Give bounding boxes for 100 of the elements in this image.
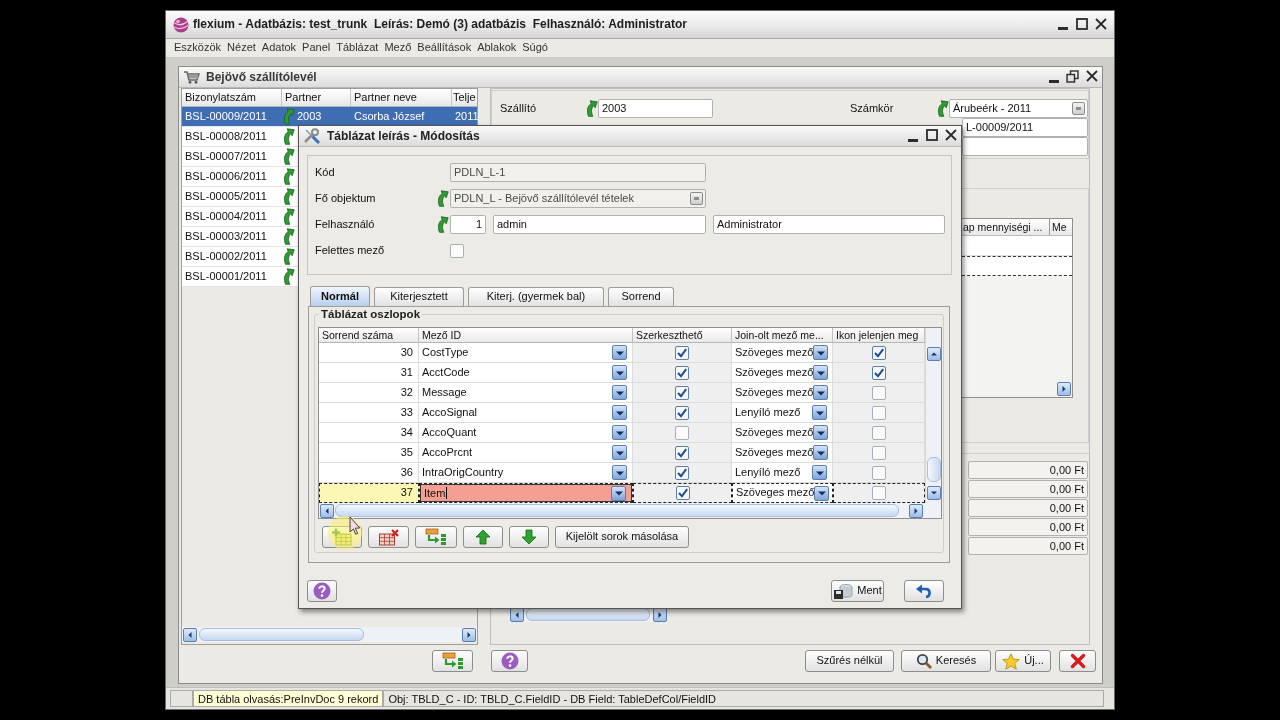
checkbox[interactable]: [675, 486, 690, 500]
checkbox[interactable]: [871, 345, 886, 360]
scroll-right-button[interactable]: [1057, 382, 1071, 396]
tab[interactable]: Sorrend: [608, 287, 674, 306]
maximize-button[interactable]: [1074, 17, 1089, 32]
clear-filter-button[interactable]: Szűrés nélkül: [805, 650, 894, 672]
text-field[interactable]: Administrator: [713, 215, 945, 234]
menu-item[interactable]: Panel: [299, 41, 334, 55]
save-button[interactable]: Ment: [831, 580, 884, 602]
dropdown-button[interactable]: [812, 405, 827, 420]
checkbox[interactable]: [871, 405, 886, 420]
curved-arrow-icon[interactable]: [283, 228, 295, 245]
checkbox[interactable]: [675, 465, 689, 480]
menu-item[interactable]: Mező: [381, 41, 415, 55]
checkbox[interactable]: [871, 445, 886, 460]
scrollbar-thumb[interactable]: [199, 628, 364, 641]
move-down-button[interactable]: [509, 526, 549, 548]
checkbox[interactable]: [872, 486, 886, 500]
close-button[interactable]: [1093, 17, 1108, 32]
combo-box[interactable]: Szöveges mező: [732, 383, 832, 402]
text-field[interactable]: L-00009/2011: [962, 118, 1088, 137]
dropdown-button[interactable]: [612, 365, 627, 380]
text-field[interactable]: 2003: [598, 99, 713, 118]
combo-box[interactable]: Árubeérk - 2011: [949, 99, 1088, 118]
combo-box[interactable]: AccoSignal: [419, 403, 632, 422]
table-row[interactable]: [962, 256, 1072, 276]
curved-arrow-icon[interactable]: [283, 128, 295, 145]
checkbox[interactable]: [871, 365, 886, 380]
text-field[interactable]: 1: [450, 215, 486, 234]
column-header[interactable]: Join-olt mező me...: [732, 328, 833, 343]
combo-box[interactable]: Szöveges mező: [732, 443, 832, 462]
column-header[interactable]: Me: [1050, 219, 1072, 235]
column-header[interactable]: Partner: [282, 89, 351, 106]
move-up-button[interactable]: [463, 526, 503, 548]
column-header[interactable]: Ikon jelenjen meg: [833, 328, 925, 343]
list-row[interactable]: BSL-00009/2011 2003 Csorba József 2011: [182, 107, 477, 127]
combo-box[interactable]: Szöveges mező: [732, 363, 832, 382]
scroll-left-button[interactable]: [183, 627, 197, 642]
curved-arrow-icon[interactable]: [283, 168, 295, 185]
dropdown-button[interactable]: [813, 365, 829, 380]
curved-arrow-icon[interactable]: [283, 148, 295, 165]
text-field[interactable]: 0,00 Ft: [968, 537, 1088, 555]
dropdown-button[interactable]: [813, 425, 829, 440]
combo-box[interactable]: PDLN_L - Bejövő szállítólevél tételek: [450, 189, 706, 208]
menu-item[interactable]: Eszközök: [171, 41, 225, 55]
menu-item[interactable]: Súgó: [519, 41, 551, 55]
combo-box[interactable]: Item: [420, 484, 632, 502]
text-field[interactable]: 0,00 Ft: [968, 480, 1088, 498]
menu-item[interactable]: Táblázat: [333, 41, 382, 55]
menu-item[interactable]: Ablakok: [474, 41, 520, 55]
combo-box[interactable]: AccoPrcnt: [419, 443, 632, 462]
horizontal-scrollbar[interactable]: [182, 627, 477, 642]
import-button[interactable]: [432, 650, 473, 672]
dropdown-button[interactable]: [813, 445, 829, 460]
import-button[interactable]: [415, 526, 457, 548]
tab[interactable]: Kiterjesztett: [374, 287, 464, 306]
checkbox[interactable]: [871, 425, 886, 440]
curved-arrow-icon[interactable]: [283, 248, 295, 265]
combo-box[interactable]: Szöveges mező: [733, 484, 832, 502]
combo-box[interactable]: IntraOrigCountry: [419, 463, 632, 482]
dropdown-button[interactable]: [814, 485, 830, 501]
column-header[interactable]: Szerkeszthető: [633, 328, 732, 343]
text-field[interactable]: PDLN_L-1: [450, 163, 706, 182]
horizontal-scrollbar[interactable]: [319, 503, 941, 518]
dropdown-button[interactable]: [612, 405, 627, 420]
dropdown-button[interactable]: [812, 465, 827, 480]
scroll-down-button[interactable]: [926, 486, 941, 500]
combo-box[interactable]: Szöveges mező: [732, 423, 832, 442]
combo-box[interactable]: CostType: [419, 343, 632, 362]
curved-arrow-icon[interactable]: [586, 100, 598, 117]
curved-arrow-icon[interactable]: [437, 216, 449, 233]
text-field[interactable]: 0,00 Ft: [968, 499, 1088, 517]
text-field[interactable]: 0,00 Ft: [968, 461, 1088, 479]
undo-button[interactable]: [904, 580, 944, 602]
curved-arrow-icon[interactable]: [283, 208, 295, 225]
menu-item[interactable]: Adatok: [258, 41, 300, 55]
checkbox[interactable]: [871, 465, 886, 480]
copy-rows-button[interactable]: Kijelölt sorok másolása: [555, 526, 689, 548]
scroll-right-button[interactable]: [909, 503, 923, 518]
scroll-left-button[interactable]: [320, 503, 334, 518]
add-row-button[interactable]: [322, 526, 362, 548]
dropdown-button[interactable]: [612, 345, 627, 360]
checkbox[interactable]: [675, 345, 689, 360]
combo-box[interactable]: Lenyíló mező: [732, 463, 832, 482]
column-header[interactable]: Sorrend száma: [319, 328, 419, 343]
dropdown-button[interactable]: [611, 485, 626, 501]
help-button[interactable]: [491, 650, 528, 672]
checkbox[interactable]: [675, 405, 689, 420]
combo-box[interactable]: Lenyíló mező: [732, 403, 832, 422]
tab[interactable]: Kiterj. (gyermek bal): [468, 287, 604, 306]
checkbox[interactable]: [675, 445, 689, 460]
dropdown-button[interactable]: [813, 345, 829, 360]
new-button[interactable]: Új...: [995, 650, 1051, 672]
search-button[interactable]: Keresés: [901, 650, 991, 672]
text-field[interactable]: [962, 137, 1088, 156]
text-field[interactable]: admin: [493, 215, 706, 234]
help-button[interactable]: [307, 580, 337, 602]
restore-button[interactable]: [1065, 69, 1080, 85]
checkbox[interactable]: [675, 425, 689, 440]
combo-box[interactable]: AcctCode: [419, 363, 632, 382]
